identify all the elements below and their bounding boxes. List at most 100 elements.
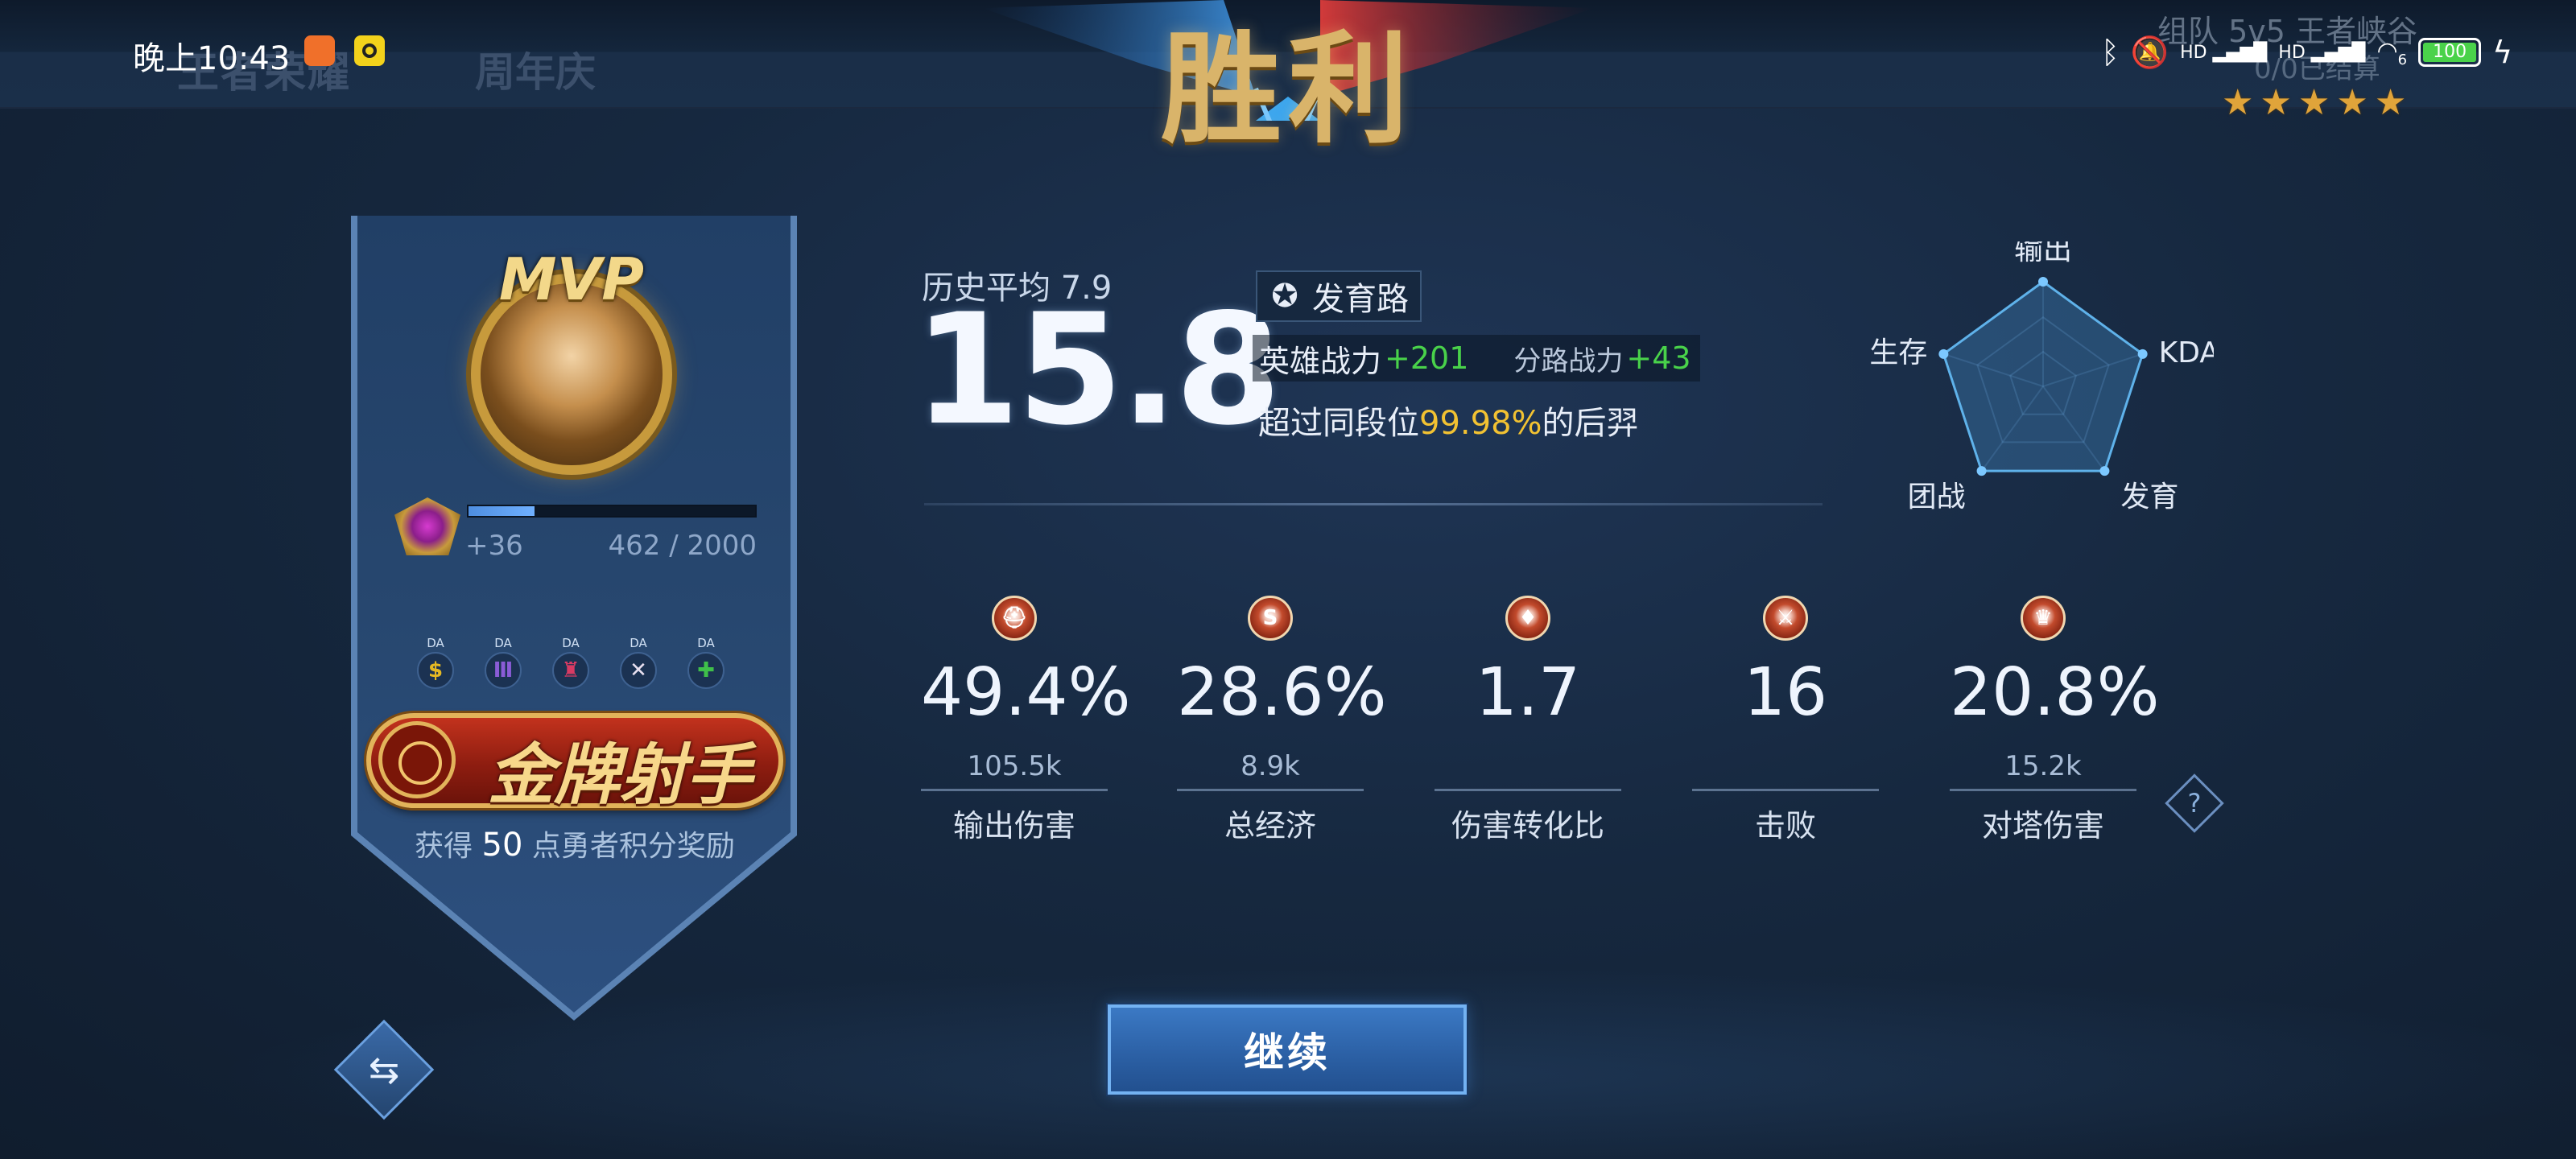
achievement-badge[interactable]: DA ✚ xyxy=(683,636,729,694)
radar-point xyxy=(2038,277,2048,287)
victory-title: 胜利 xyxy=(1160,19,1415,160)
power-row: 英雄战力 +201 分路战力 +43 xyxy=(1253,335,1700,382)
badge-icon: ♜ xyxy=(552,652,589,689)
bluetooth-icon: ᛒ xyxy=(2101,35,2120,70)
mute-icon: 🔕 xyxy=(2130,34,2169,70)
badge-icon: ✕ xyxy=(620,652,657,689)
anniversary-logo: 周年庆 xyxy=(475,49,596,96)
badge-tag: DA xyxy=(630,636,647,650)
stat-subvalue: 15.2k xyxy=(2004,750,2082,782)
radar-point xyxy=(1938,349,1949,359)
rank-progress-fill xyxy=(469,506,535,516)
radar-axis-label: 发育 xyxy=(2120,481,2178,514)
lane-icon: ✪ xyxy=(1271,278,1298,315)
badge-tag: DA xyxy=(427,636,444,650)
badge-tag: DA xyxy=(697,636,715,650)
app-notification-icon xyxy=(354,35,385,66)
kills-icon: ⚔ xyxy=(1763,596,1808,641)
conversion-icon: ♦ xyxy=(1505,596,1550,641)
radar-axis-label: 团战 xyxy=(1908,481,1966,514)
achievement-badge[interactable]: DA ♜ xyxy=(547,636,594,694)
star-icon: ★ xyxy=(2297,82,2330,123)
help-icon: ? xyxy=(2187,788,2202,819)
star-icon: ★ xyxy=(2222,82,2254,123)
badge-icon: ✚ xyxy=(687,652,724,689)
badge-icon: Ⅲ xyxy=(485,652,522,689)
reward-amount: 50 xyxy=(481,827,523,864)
damage-icon: ⛑ xyxy=(992,596,1037,641)
achievement-badge[interactable]: DA $ xyxy=(412,636,459,694)
stat-subvalue: 105.5k xyxy=(967,750,1062,782)
stat-label: 击败 xyxy=(1754,808,1816,843)
stat-column: ⚔ 16 击败 xyxy=(1692,596,1879,845)
hero-power-label: 英雄战力 xyxy=(1259,343,1382,379)
lane-badge: ✪ 发育路 xyxy=(1256,270,1422,322)
match-score: 15.8 xyxy=(914,281,1282,459)
badge-icon: $ xyxy=(417,652,454,689)
badge-tag: DA xyxy=(562,636,580,650)
stat-value: 49.4% xyxy=(921,654,1131,731)
wifi-6-badge: 6 xyxy=(2397,51,2408,68)
stat-column: ♦ 1.7 伤害转化比 xyxy=(1435,596,1621,845)
stat-value: 16 xyxy=(1743,654,1828,731)
rank-points: 462 / 2000 xyxy=(608,530,758,562)
stat-icon-glyph: S xyxy=(1262,606,1278,630)
cell-signal-icon: HD ▂▄▆█ xyxy=(2180,42,2268,63)
achievement-badge[interactable]: DA ✕ xyxy=(615,636,662,694)
status-icons: ᛒ 🔕 HD ▂▄▆█ HD ▂▄▆█ ◠6 100 ϟ xyxy=(2101,32,2512,72)
stat-subvalue: 8.9k xyxy=(1241,750,1300,782)
stat-icon-glyph: ♦ xyxy=(1518,606,1538,630)
reward-prefix: 获得 xyxy=(415,830,473,863)
radar-axis-label: KDA xyxy=(2159,336,2214,369)
stat-label: 总经济 xyxy=(1224,808,1316,843)
stat-label: 伤害转化比 xyxy=(1451,808,1604,843)
mvp-label: MVP xyxy=(498,245,645,313)
stat-value: 1.7 xyxy=(1475,654,1581,731)
wifi-icon: ◠6 xyxy=(2376,36,2408,68)
stat-column: ⛑ 49.4% 105.5k 输出伤害 xyxy=(921,596,1131,845)
exceed-percent: 99.98% xyxy=(1419,405,1542,442)
stat-divider xyxy=(1435,789,1621,791)
stat-divider xyxy=(1950,789,2136,791)
radar-area xyxy=(1942,280,2145,472)
signal-hd-2: HD xyxy=(2278,42,2306,63)
stat-divider xyxy=(921,789,1108,791)
stat-icon-glyph: ♛ xyxy=(2033,606,2053,630)
radar-point xyxy=(2099,466,2110,476)
match-stars: ★ ★ ★ ★ ★ xyxy=(2222,85,2406,121)
hero-power-value: +201 xyxy=(1385,340,1469,376)
stat-value: 28.6% xyxy=(1177,654,1387,731)
rank-gain: +36 xyxy=(465,530,523,562)
continue-button[interactable]: 继续 xyxy=(1108,1004,1467,1095)
performance-title: 金牌射手 xyxy=(488,736,752,814)
badge-tag: DA xyxy=(494,636,512,650)
achievement-badge[interactable]: DA Ⅲ xyxy=(480,636,526,694)
battery-icon: 100 xyxy=(2418,38,2482,67)
economy-icon: S xyxy=(1248,596,1293,641)
ability-radar-chart: 输出 KDA 发育 团战 生存 xyxy=(1869,241,2214,514)
star-icon: ★ xyxy=(2374,82,2407,123)
lane-label: 发育路 xyxy=(1312,281,1409,318)
reward-text: 获得 50 点勇者积分奖励 xyxy=(366,823,783,864)
cell-signal-2-icon: HD ▂▄▆█ xyxy=(2278,42,2366,63)
tower-icon: ♛ xyxy=(2021,596,2066,641)
stat-divider xyxy=(1692,789,1879,791)
radar-point xyxy=(2137,349,2148,359)
achievement-badges: DA $ DA Ⅲ DA ♜ DA ✕ DA ✚ xyxy=(412,636,729,694)
radar-point xyxy=(1976,466,1987,476)
signal-hd-1: HD xyxy=(2180,42,2207,63)
stat-icon-glyph: ⛑ xyxy=(1001,606,1028,630)
marksman-emblem-icon xyxy=(378,721,456,798)
stat-divider xyxy=(1177,789,1364,791)
star-icon: ★ xyxy=(2336,82,2368,123)
help-button[interactable]: ? xyxy=(2165,773,2224,833)
swap-icon: ⇆ xyxy=(368,1048,400,1091)
lane-power-value: +43 xyxy=(1626,340,1691,376)
stat-column: ♛ 20.8% 15.2k 对塔伤害 xyxy=(1950,596,2160,845)
lane-power-label: 分路战力 xyxy=(1513,344,1624,377)
taobao-notification-icon xyxy=(304,35,335,66)
stat-value: 20.8% xyxy=(1950,654,2160,731)
status-time: 晚上10:43 xyxy=(133,40,291,77)
exceed-suffix: 的后羿 xyxy=(1542,405,1639,442)
score-divider xyxy=(924,503,1823,505)
